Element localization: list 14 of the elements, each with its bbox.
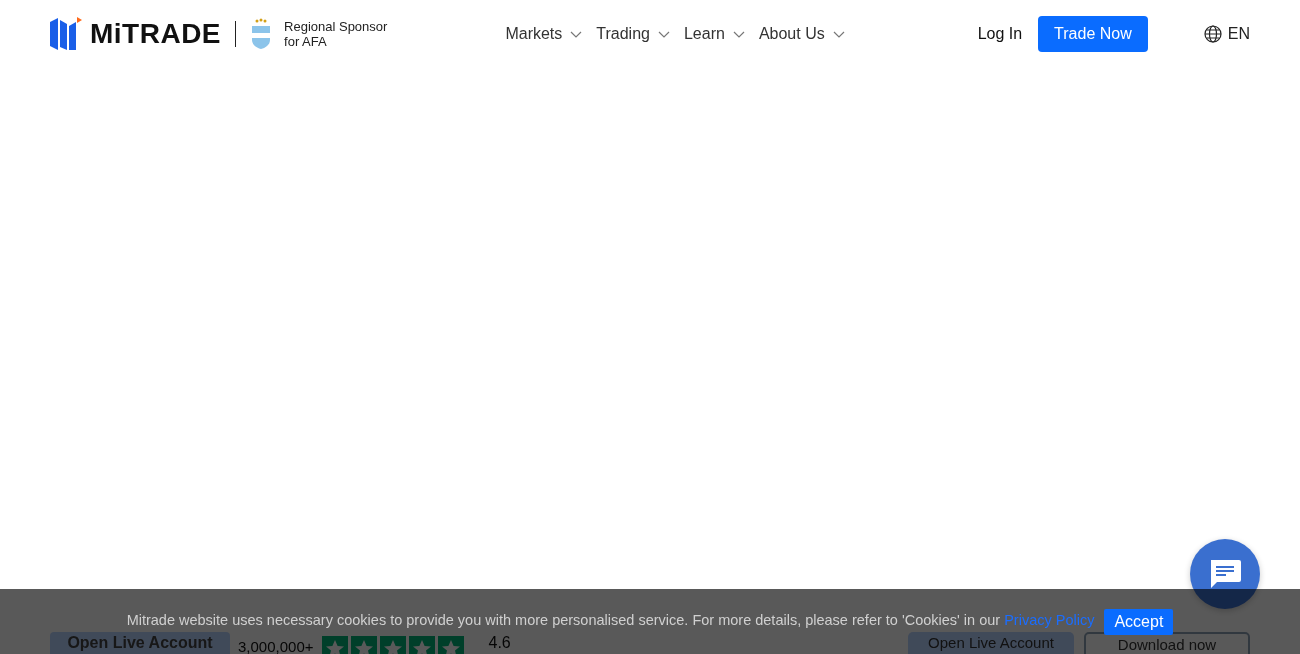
nav-menu[interactable]: Markets — [505, 25, 583, 43]
login-link[interactable]: Log In — [977, 25, 1023, 43]
users-count: 3,000,000+ — [238, 638, 314, 654]
accept-button[interactable]: Accept — [1104, 609, 1174, 635]
sponsor-text: Regional Sponsor — [284, 19, 388, 34]
language-label[interactable]: EN — [1227, 25, 1250, 43]
rating-value: 4.6 — [488, 634, 511, 652]
nav-menu[interactable]: Trading — [596, 25, 670, 43]
cookie-notice: Mitrade website uses necessary cookies to provide you with more personalised service. For more details, please refer to 'Cookies' in our Privacy Policy — [126, 612, 1095, 628]
nav-menu[interactable]: Learn — [683, 25, 745, 43]
sponsor-text: for AFA — [284, 34, 328, 49]
nav-menu[interactable]: About Us — [758, 25, 845, 43]
logo-text: MiTRADE — [90, 18, 222, 50]
trade-now-button[interactable]: Trade Now — [1038, 16, 1148, 52]
